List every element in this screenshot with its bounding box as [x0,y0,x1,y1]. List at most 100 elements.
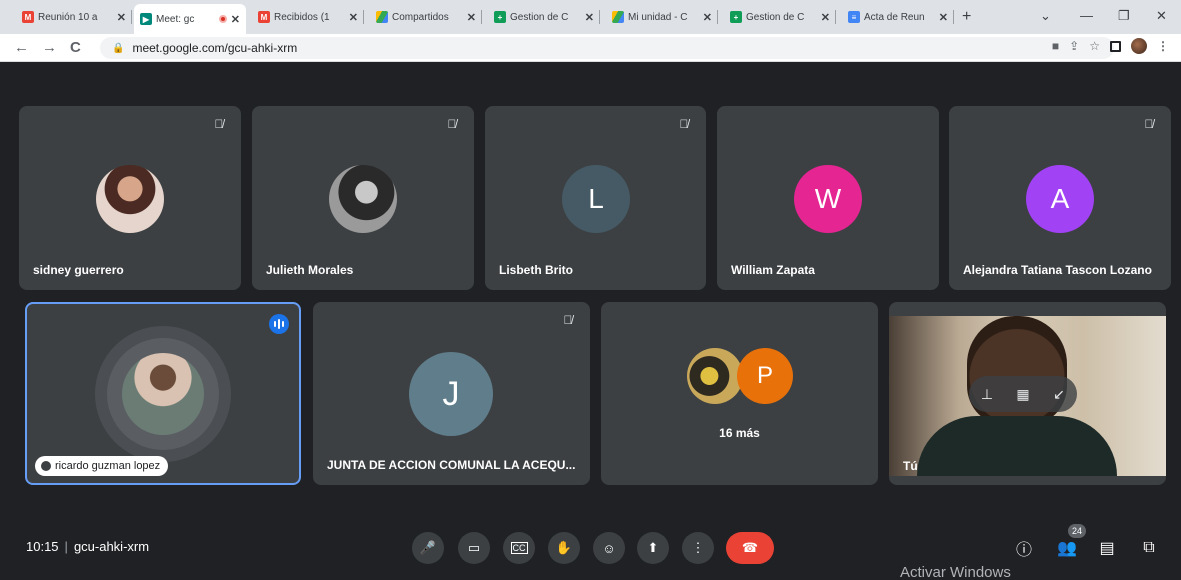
new-tab-button[interactable]: + [962,8,971,26]
tab-title: Recibidos (1 [274,11,330,23]
tab-gestion-2[interactable]: + Gestion de C ✕ [724,6,836,28]
menu-icon[interactable]: ⋮ [1157,39,1169,53]
avatar [96,165,164,233]
participant-name: Lisbeth Brito [499,263,573,277]
participant-nametag: ricardo guzman lopez [35,456,169,476]
pin-icon[interactable]: ⊥ [969,376,1005,412]
profile-avatar[interactable] [1131,38,1147,54]
star-icon[interactable]: ☆ [1089,39,1100,53]
active-speaker-tile[interactable]: ricardo guzman lopez [25,302,301,485]
mic-off-icon: 🎙̸ [679,117,689,131]
tile-controls: ⊥ ▦ ↙ [969,376,1077,412]
video-icon: ▭ [467,540,481,555]
avatar [122,353,204,435]
avatar: A [1026,165,1094,233]
avatar-initial: W [814,183,842,214]
restore-icon[interactable]: ❐ [1118,8,1130,24]
hang-up-icon: ☎ [741,540,759,555]
camera-button[interactable]: ▭ [458,532,490,564]
back-icon[interactable]: ← [14,39,29,56]
mic-off-icon: 🎙̸ [1144,117,1154,131]
tab-gestion-1[interactable]: + Gestion de C ✕ [488,6,600,28]
windows-activation-watermark: Activar Windows [900,564,1011,580]
gmail-icon: M [258,11,270,23]
mic-icon: 🎤 [419,540,437,555]
reload-icon[interactable]: C [70,39,81,56]
tab-recibidos[interactable]: M Recibidos (1 ✕ [252,6,364,28]
speaking-indicator-icon [269,314,289,334]
forward-icon[interactable]: → [42,39,57,56]
self-video-body [917,416,1117,476]
url-text: meet.google.com/gcu-ahki-xrm [132,41,298,55]
tab-acta[interactable]: ≡ Acta de Reun ✕ [842,6,954,28]
chat-icon[interactable]: ▤ [1095,536,1119,560]
sheets-icon: + [494,11,506,23]
more-options-button[interactable]: ⋮ [682,532,714,564]
participant-tile[interactable]: 🎙̸ A Alejandra Tatiana Tascon Lozano [949,106,1171,290]
more-vert-icon: ⋮ [691,540,705,555]
participant-name: William Zapata [731,263,815,277]
close-icon[interactable]: ✕ [231,13,240,26]
recording-icon [218,15,227,23]
avatar: W [794,165,862,233]
mic-off-icon: 🎙̸ [563,313,573,327]
tab-title: Meet: gc [156,13,195,25]
avatar [329,165,397,233]
tab-search-icon[interactable]: ⌄ [1040,8,1051,24]
self-video: ⊥ ▦ ↙ [889,316,1166,476]
close-icon[interactable]: ✕ [703,11,712,24]
tab-reunion[interactable]: M Reunión 10 a ✕ [16,6,132,28]
tab-title: Compartidos [392,11,449,23]
close-icon[interactable]: ✕ [585,11,594,24]
close-icon[interactable]: ✕ [349,11,358,24]
camera-icon[interactable]: ■ [1052,39,1059,53]
participant-tile[interactable]: 🎙̸ Julieth Morales [252,106,474,290]
captions-button[interactable]: CC [503,532,535,564]
participant-tile[interactable]: 🎙̸ sidney guerrero [19,106,241,290]
close-window-icon[interactable]: ✕ [1156,8,1167,24]
tab-separator [363,10,364,24]
side-panel-icon[interactable] [1110,40,1121,52]
url-field[interactable]: 🔒 meet.google.com/gcu-ahki-xrm [100,37,1114,59]
avatar-initial: A [1050,183,1070,214]
tab-mi-unidad[interactable]: Mi unidad - C ✕ [606,6,718,28]
tab-compartidos[interactable]: Compartidos ✕ [370,6,482,28]
present-icon: ⬆ [647,540,659,555]
participant-tile[interactable]: 🎙̸ J JUNTA DE ACCION COMUNAL LA ACEQU... [313,302,590,485]
activities-icon[interactable]: ⧉ [1137,536,1161,560]
close-icon[interactable]: ✕ [467,11,476,24]
close-icon[interactable]: ✕ [939,11,948,24]
tab-meet[interactable]: ▶ Meet: gc ✕ [134,4,246,34]
close-icon[interactable]: ✕ [821,11,830,24]
tab-separator [481,10,482,24]
tab-separator [953,10,954,24]
participant-name: sidney guerrero [33,263,124,277]
close-icon[interactable]: ✕ [117,11,126,24]
raise-hand-button[interactable]: ✋ [548,532,580,564]
end-call-button[interactable]: ☎ [726,532,774,564]
others-tile[interactable]: P 16 más [601,302,878,485]
meeting-code[interactable]: gcu-ahki-xrm [74,539,149,554]
emoji-icon: ☺ [602,540,616,556]
participant-name: Tú [903,459,918,473]
avatar: J [409,352,493,436]
frame-icon[interactable]: ▦ [1005,376,1041,412]
minimize-icon[interactable]: — [1080,8,1093,23]
drive-icon [612,11,624,23]
avatar-initial: J [442,374,460,413]
info-icon[interactable]: ⓘ [1012,536,1036,560]
share-icon[interactable]: ⇪ [1069,39,1079,53]
self-tile[interactable]: ⊥ ▦ ↙ Tú [889,302,1166,485]
minimize-tile-icon[interactable]: ↙ [1041,376,1077,412]
participant-tile[interactable]: W William Zapata [717,106,939,290]
sheets-icon: + [730,11,742,23]
tab-separator [835,10,836,24]
people-icon[interactable]: 👥 [1055,536,1079,560]
present-button[interactable]: ⬆ [637,532,669,564]
gmail-icon: M [22,11,34,23]
participant-tile[interactable]: 🎙̸ L Lisbeth Brito [485,106,706,290]
tab-title: Gestion de C [746,11,805,23]
microphone-button[interactable]: 🎤 [412,532,444,564]
reactions-button[interactable]: ☺ [593,532,625,564]
toolbar-icons: ■ ⇪ ☆ ⋮ [1052,38,1169,54]
